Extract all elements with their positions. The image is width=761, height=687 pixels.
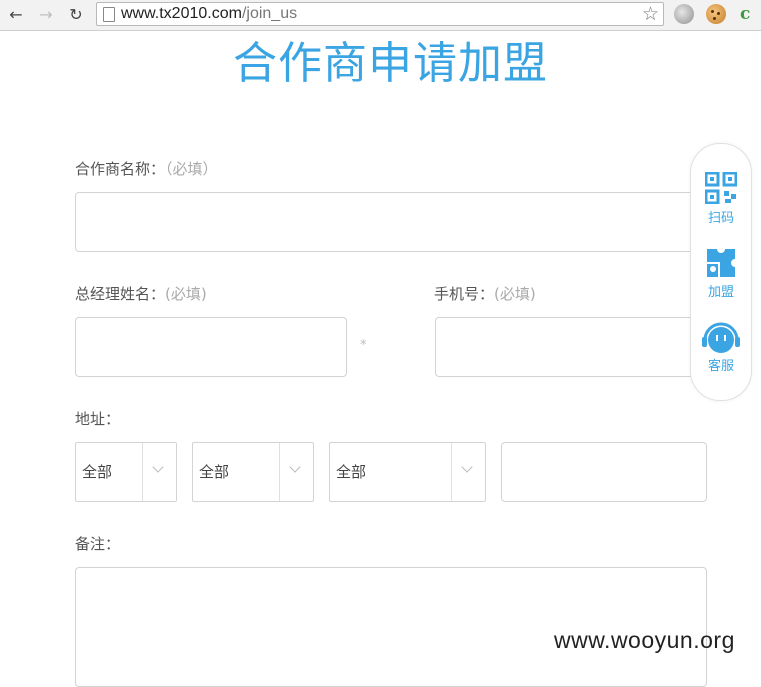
manager-name-label: 总经理姓名：(必填) (75, 285, 207, 303)
puzzle-icon (707, 247, 737, 277)
bookmark-star-icon[interactable]: ☆ (642, 3, 659, 25)
page-title: 合作商申请加盟 (233, 38, 548, 89)
street-address-input[interactable] (501, 442, 707, 502)
join-label[interactable]: 加盟 (691, 281, 751, 300)
city-value: 全部 (199, 463, 230, 481)
scan-label[interactable]: 扫码 (691, 207, 751, 226)
province-select[interactable]: 全部 (75, 442, 177, 502)
reload-icon[interactable]: ↻ (66, 5, 86, 25)
scan-button[interactable] (691, 172, 751, 204)
forward-arrow-icon[interactable]: → (36, 5, 56, 25)
cookie-extension-icon[interactable] (706, 4, 726, 24)
watermark-text: www.wooyun.org (554, 627, 735, 653)
manager-name-input[interactable] (75, 317, 347, 377)
phone-label: 手机号：(必填) (434, 285, 536, 303)
globe-extension-icon[interactable] (674, 4, 694, 24)
required-hint: (必填) (494, 285, 536, 303)
join-button[interactable] (691, 247, 751, 279)
floating-side-panel: 扫码 加盟 客服 (690, 143, 752, 401)
customer-service-icon (702, 322, 740, 353)
back-arrow-icon[interactable]: ← (6, 5, 26, 25)
district-select[interactable]: 全部 (329, 442, 486, 502)
service-label[interactable]: 客服 (691, 355, 751, 374)
c-extension-icon[interactable]: c (740, 4, 750, 24)
address-label: 地址： (75, 410, 121, 428)
district-value: 全部 (336, 463, 367, 481)
partner-name-label: 合作商名称：（必填） (75, 160, 218, 178)
chevron-down-icon[interactable] (451, 443, 485, 501)
asterisk-mark: * (360, 338, 367, 353)
chevron-down-icon[interactable] (279, 443, 313, 501)
partner-name-input[interactable] (75, 192, 715, 252)
browser-toolbar: ← → ↻ www.tx2010.com/join_us ☆ c (0, 0, 761, 31)
page-icon (103, 7, 115, 22)
city-select[interactable]: 全部 (192, 442, 314, 502)
chevron-down-icon[interactable] (142, 443, 176, 501)
required-hint: （必填） (165, 160, 218, 178)
province-value: 全部 (82, 463, 113, 481)
qr-code-icon (705, 172, 737, 204)
service-button[interactable] (691, 320, 751, 354)
remark-label: 备注： (75, 535, 121, 553)
url-text[interactable]: www.tx2010.com/join_us (121, 5, 297, 23)
required-hint: (必填) (165, 285, 207, 303)
phone-input[interactable] (435, 317, 715, 377)
address-bar[interactable]: www.tx2010.com/join_us ☆ (96, 2, 664, 26)
